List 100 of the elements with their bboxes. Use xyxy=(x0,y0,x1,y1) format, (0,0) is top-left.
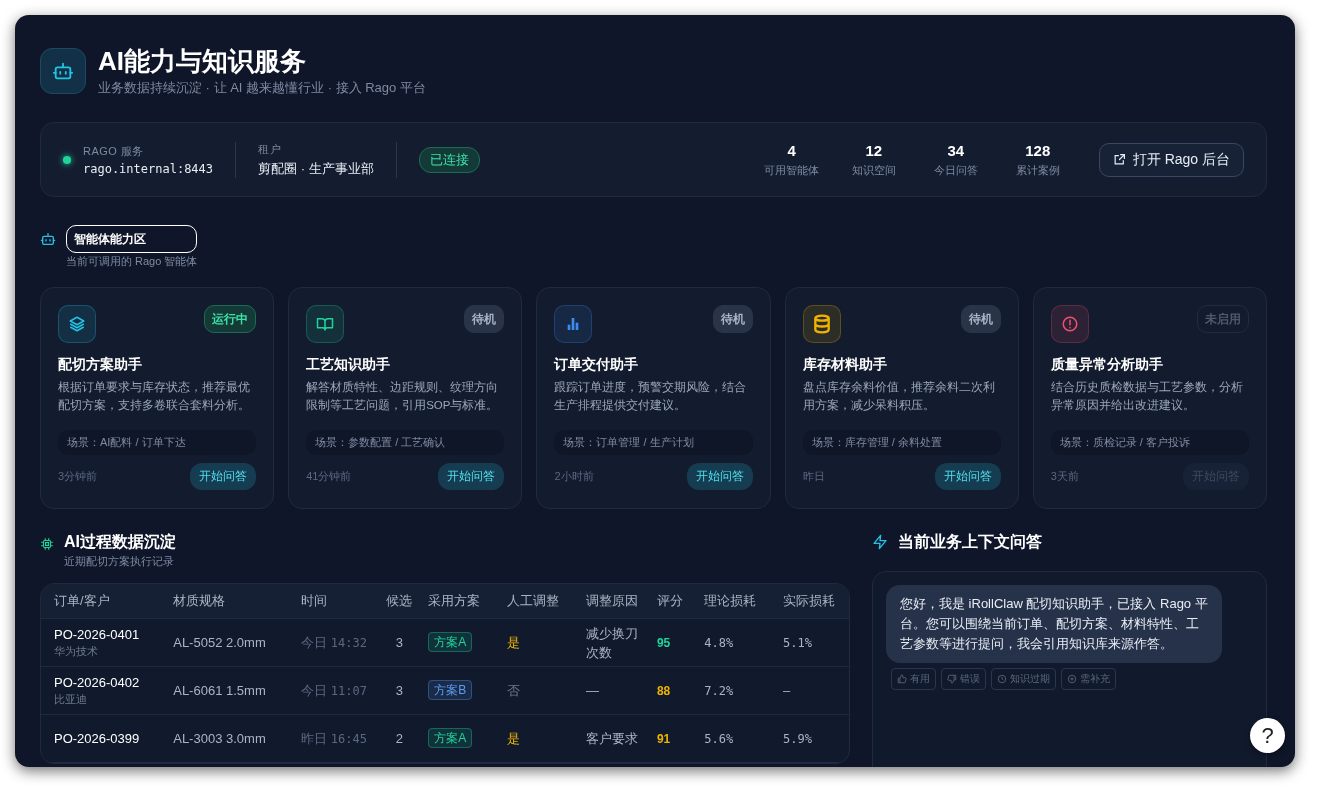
column-header: 采用方案 xyxy=(415,584,495,619)
material-spec: AL-3003 3.0mm xyxy=(160,714,289,763)
stat-label: 可用智能体 xyxy=(763,162,821,178)
agent-description: 跟踪订单进度，预警交期风险，结合生产排程提供交付建议。 xyxy=(554,380,748,413)
thumbs-up-icon xyxy=(897,674,907,684)
last-used-time: 2小时前 xyxy=(554,469,594,484)
column-header: 材质规格 xyxy=(160,584,289,619)
record-day: 今日 xyxy=(301,682,328,698)
theory-loss: 7.2% xyxy=(691,666,771,715)
stat-label: 今日问答 xyxy=(932,162,979,178)
start-chat-button[interactable]: 开始问答 xyxy=(934,463,1001,490)
record-time: 11:07 xyxy=(330,683,367,698)
theory-loss: 5.6% xyxy=(691,714,771,763)
column-header: 评分 xyxy=(643,584,692,619)
actual-loss: – xyxy=(770,666,849,715)
material-spec: AL-5052 2.0mm xyxy=(160,618,289,667)
column-header: 调整原因 xyxy=(572,584,644,619)
column-header: 订单/客户 xyxy=(41,584,161,619)
stat-value: 128 xyxy=(1024,141,1052,159)
agent-description: 盘点库存余料价值，推荐余料二次利用方案，减少呆料积压。 xyxy=(802,380,996,413)
column-header: 候选 xyxy=(383,584,416,619)
order-number: PO-2026-0399 xyxy=(54,731,141,746)
scene-tag: 场景：AI配料 / 订单下达 xyxy=(58,430,257,455)
open-backend-button[interactable]: 打开 Rago 后台 xyxy=(1098,142,1244,177)
column-header: 实际损耗 xyxy=(770,584,849,619)
service-label: RAGO 服务 xyxy=(83,143,145,159)
robot-icon xyxy=(40,231,56,247)
actual-loss: 5.1% xyxy=(770,618,849,667)
status-badge: 待机 xyxy=(960,305,1001,333)
section-subtitle: 近期配切方案执行记录 xyxy=(64,554,175,569)
stat-value: 34 xyxy=(946,141,966,159)
clock-icon xyxy=(997,674,1007,684)
manual-adjust: 是 xyxy=(494,714,573,763)
plan-tag: 方案B xyxy=(428,680,473,700)
last-used-time: 41分钟前 xyxy=(306,469,352,484)
record-day: 今日 xyxy=(301,634,328,650)
section-title: 当前业务上下文问答 xyxy=(898,531,1042,552)
agent-description: 结合历史质检数据与工艺参数，分析异常原因并给出改进建议。 xyxy=(1050,380,1244,413)
last-used-time: 昨日 xyxy=(802,469,825,484)
manual-adjust: 是 xyxy=(494,618,573,667)
scene-tag: 场景：参数配置 / 工艺确认 xyxy=(306,430,505,455)
page-title: AI能力与知识服务 xyxy=(98,45,307,77)
start-chat-button[interactable]: 开始问答 xyxy=(686,463,753,490)
robot-icon xyxy=(52,60,74,82)
stat-value: 12 xyxy=(864,141,884,159)
scene-tag: 场景：质检记录 / 客户投诉 xyxy=(1050,430,1249,455)
score: 91 xyxy=(643,714,692,763)
external-link-icon xyxy=(1112,153,1126,166)
agent-name: 质量异常分析助手 xyxy=(1050,356,1164,374)
status-badge: 待机 xyxy=(712,305,753,333)
actual-loss: 5.9% xyxy=(770,714,849,763)
adjust-reason: 客户要求 xyxy=(572,714,644,763)
plus-circle-icon xyxy=(1067,674,1077,684)
score: 88 xyxy=(643,666,692,715)
column-header: 理论损耗 xyxy=(691,584,771,619)
customer-name: 华为技术 xyxy=(54,643,99,659)
last-used-time: 3分钟前 xyxy=(58,469,98,484)
section-title: AI过程数据沉淀 xyxy=(64,532,176,552)
manual-adjust: 否 xyxy=(494,666,573,715)
tenant-label: 租户 xyxy=(258,141,283,157)
candidate-count: 3 xyxy=(383,618,416,667)
score: 95 xyxy=(643,618,692,667)
agent-name: 配切方案助手 xyxy=(58,356,143,374)
theory-loss: 4.8% xyxy=(691,618,771,667)
record-time: 14:32 xyxy=(330,635,367,650)
tenant-name: 剪配圈 · 生产事业部 xyxy=(258,159,374,178)
last-used-time: 3天前 xyxy=(1050,469,1079,484)
status-badge: 运行中 xyxy=(204,305,257,333)
stat-label: 知识空间 xyxy=(850,162,897,178)
record-time: 16:45 xyxy=(330,731,367,746)
start-chat-button[interactable]: 开始问答 xyxy=(438,463,505,490)
connection-badge: 已连接 xyxy=(418,146,480,173)
stat-label: 累计案例 xyxy=(1014,162,1061,178)
start-chat-button[interactable]: 开始问答 xyxy=(190,463,257,490)
customer-name: 比亚迪 xyxy=(54,691,88,707)
stat-value: 4 xyxy=(786,141,797,159)
status-badge: 待机 xyxy=(464,305,505,333)
service-address: rago.internal:8443 xyxy=(83,161,214,176)
material-spec: AL-6061 1.5mm xyxy=(160,666,289,715)
lightning-icon xyxy=(872,534,888,550)
assistant-message: 您好，我是 iRollClaw 配切知识助手，已接入 Rago 平台。您可以围绕当前订单、配切方案、材料特性、工艺参数等进行提问，我会引用知识库来源作答。 xyxy=(886,585,1222,663)
scene-tag: 场景：库存管理 / 余料处置 xyxy=(802,430,1001,455)
status-badge: 未启用 xyxy=(1197,305,1249,333)
chip-icon xyxy=(40,537,54,551)
section-title: 智能体能力区 xyxy=(66,225,198,253)
agent-description: 解答材质特性、边距规则、纹理方向限制等工艺问题，引用SOP与标准。 xyxy=(306,380,500,413)
thumbs-down-icon xyxy=(947,674,957,684)
agent-name: 库存材料助手 xyxy=(802,356,888,374)
plan-tag: 方案A xyxy=(428,728,473,748)
section-subtitle: 当前可调用的 Rago 智能体 xyxy=(66,254,198,269)
agent-name: 订单交付助手 xyxy=(554,356,640,374)
adjust-reason: 减少换刀次数 xyxy=(572,618,644,667)
agent-name: 工艺知识助手 xyxy=(306,356,392,374)
adjust-reason: — xyxy=(572,666,644,715)
plan-tag: 方案A xyxy=(428,632,473,652)
candidate-count: 3 xyxy=(383,666,416,715)
column-header: 人工调整 xyxy=(494,584,573,619)
candidate-count: 2 xyxy=(383,714,416,763)
scene-tag: 场景：订单管理 / 生产计划 xyxy=(554,430,753,455)
record-day: 昨日 xyxy=(301,730,328,746)
